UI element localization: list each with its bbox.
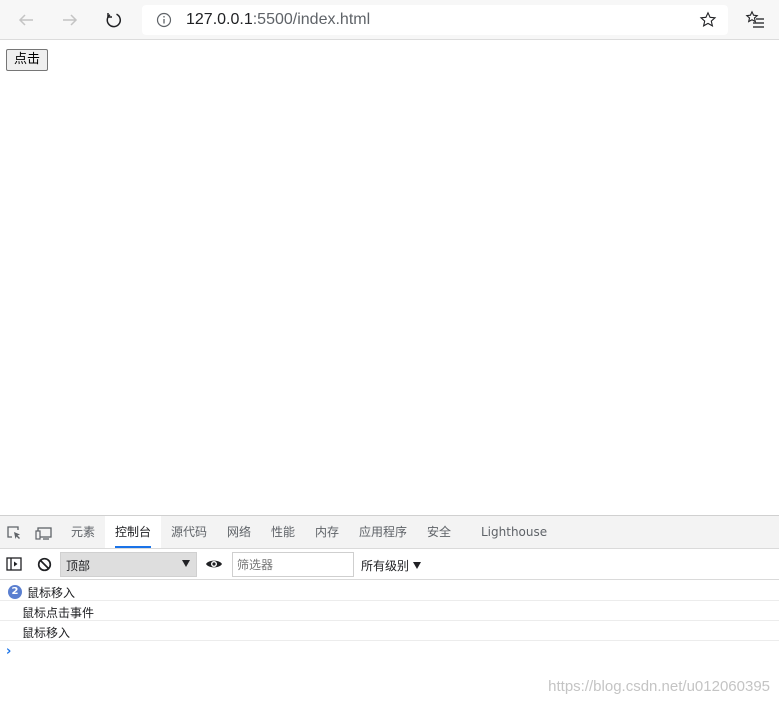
message-text: 鼠标移入: [22, 626, 71, 640]
url-text[interactable]: 127.0.0.1:5500/index.html: [186, 11, 370, 29]
console-prompt-icon[interactable]: ›: [6, 644, 11, 659]
watermark: https://blog.csdn.net/u012060395: [548, 678, 770, 695]
clear-icon[interactable]: [37, 557, 52, 572]
console-message: 2 鼠标移入: [0, 581, 779, 601]
forward-button[interactable]: [56, 6, 84, 34]
tab-console[interactable]: 控制台: [105, 516, 162, 548]
forward-arrow-icon: [63, 14, 78, 26]
tab-lighthouse[interactable]: Lighthouse: [471, 516, 557, 548]
back-arrow-icon: [18, 14, 33, 26]
message-text: 鼠标点击事件: [22, 606, 95, 620]
inspect-icon[interactable]: [6, 525, 22, 541]
levels-label: 所有级别: [361, 559, 410, 573]
address-bar[interactable]: 127.0.0.1:5500/index.html: [142, 5, 728, 35]
browser-toolbar: 127.0.0.1:5500/index.html: [0, 0, 779, 40]
url-path: :5500/index.html: [252, 11, 371, 28]
tab-sources[interactable]: 源代码: [161, 516, 217, 548]
eye-icon[interactable]: [205, 558, 223, 570]
tab-application[interactable]: 应用程序: [349, 516, 417, 548]
reload-button[interactable]: [100, 6, 128, 34]
click-button[interactable]: 点击: [6, 49, 49, 71]
favorites-icon[interactable]: [745, 10, 765, 30]
device-icon[interactable]: [35, 525, 53, 541]
star-icon[interactable]: [699, 11, 717, 29]
console-message: 鼠标移入: [0, 621, 779, 641]
tab-performance[interactable]: 性能: [261, 516, 305, 548]
levels-dropdown[interactable]: 所有级别: [361, 557, 422, 574]
tab-network[interactable]: 网络: [217, 516, 261, 548]
filter-input[interactable]: [232, 552, 354, 577]
devtools-panel: 元素 控制台 源代码 网络 性能 内存 应用程序 安全 Lighthouse 顶…: [0, 515, 779, 705]
context-value: 顶部: [66, 559, 91, 573]
back-button[interactable]: [12, 6, 40, 34]
sidebar-icon[interactable]: [6, 557, 22, 571]
devtools-tab-bar: 元素 控制台 源代码 网络 性能 内存 应用程序 安全 Lighthouse: [0, 516, 779, 549]
console-message: 鼠标点击事件: [0, 601, 779, 621]
reload-icon: [106, 13, 121, 28]
tab-memory[interactable]: 内存: [305, 516, 349, 548]
info-icon[interactable]: [156, 12, 172, 28]
tab-security[interactable]: 安全: [417, 516, 461, 548]
context-select[interactable]: 顶部: [60, 552, 197, 577]
url-host: 127.0.0.1: [186, 11, 253, 28]
chevron-down-icon: [413, 562, 422, 569]
chevron-down-icon: [182, 560, 190, 567]
message-text: 鼠标移入: [27, 586, 76, 600]
console-toolbar: 顶部 所有级别: [0, 549, 779, 580]
repeat-count-badge: 2: [8, 585, 22, 599]
tab-elements[interactable]: 元素: [61, 516, 105, 548]
